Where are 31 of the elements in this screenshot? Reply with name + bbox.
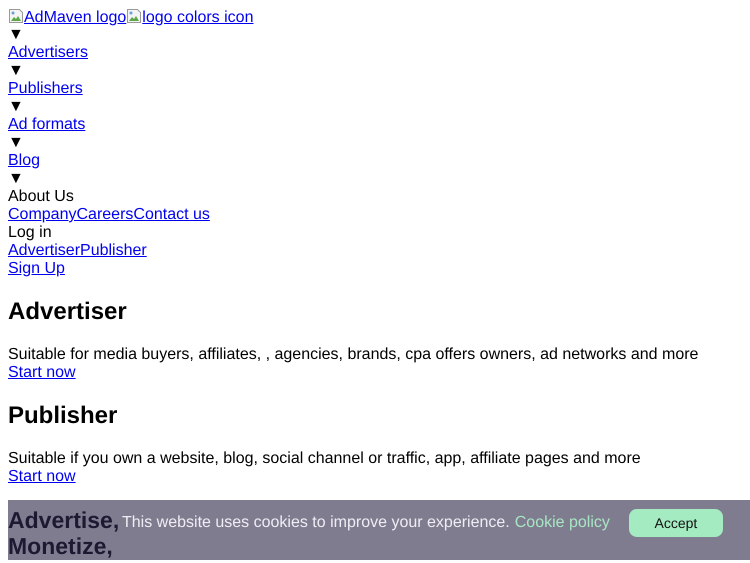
logo-link[interactable]: AdMaven logo — [8, 9, 126, 26]
dropdown-marker[interactable]: ▼ — [8, 134, 750, 152]
start-now-link[interactable]: Start now — [8, 468, 76, 485]
dropdown-marker[interactable]: ▼ — [8, 98, 750, 116]
menu-link[interactable]: Careers — [76, 206, 134, 223]
nav-link[interactable]: Publishers — [8, 80, 83, 97]
accept-button[interactable]: Accept — [628, 508, 723, 537]
signup-link[interactable]: Sign Up — [8, 260, 65, 277]
login-link[interactable]: Publisher — [80, 242, 147, 259]
start-now-link[interactable]: Start now — [8, 364, 76, 381]
dropdown-marker[interactable]: ▼ — [8, 62, 750, 80]
section-description: Suitable for media buyers, affiliates, , agencies, brands, cpa offers owners, ad networks and more — [8, 346, 698, 363]
broken-image-icon — [126, 8, 142, 24]
section-heading: Publisher — [8, 402, 118, 430]
cookie-message: This website uses cookies to improve your experience. — [122, 514, 510, 532]
logo-link[interactable]: logo colors icon — [126, 9, 254, 26]
section-heading: Advertiser — [8, 298, 128, 326]
section-description: Suitable if you own a website, blog, social channel or traffic, app, affiliate pages and more — [8, 450, 641, 467]
login-link[interactable]: Advertiser — [8, 242, 80, 259]
banner-heading: Monetize, — [8, 532, 113, 559]
menu-link[interactable]: Contact us — [133, 206, 210, 223]
dropdown-marker[interactable]: ▼ — [8, 26, 750, 44]
nav-link[interactable]: Ad formats — [8, 116, 86, 133]
nav-link[interactable]: Blog — [8, 152, 40, 169]
dropdown-marker[interactable]: ▼ — [8, 170, 750, 188]
nav-link[interactable]: Advertisers — [8, 44, 88, 61]
banner-heading: Advertise, — [8, 506, 120, 533]
broken-image-icon — [8, 8, 24, 24]
login-label: Log in — [8, 224, 53, 242]
nav-label: About Us — [8, 188, 74, 205]
menu-link[interactable]: Company — [8, 206, 76, 223]
